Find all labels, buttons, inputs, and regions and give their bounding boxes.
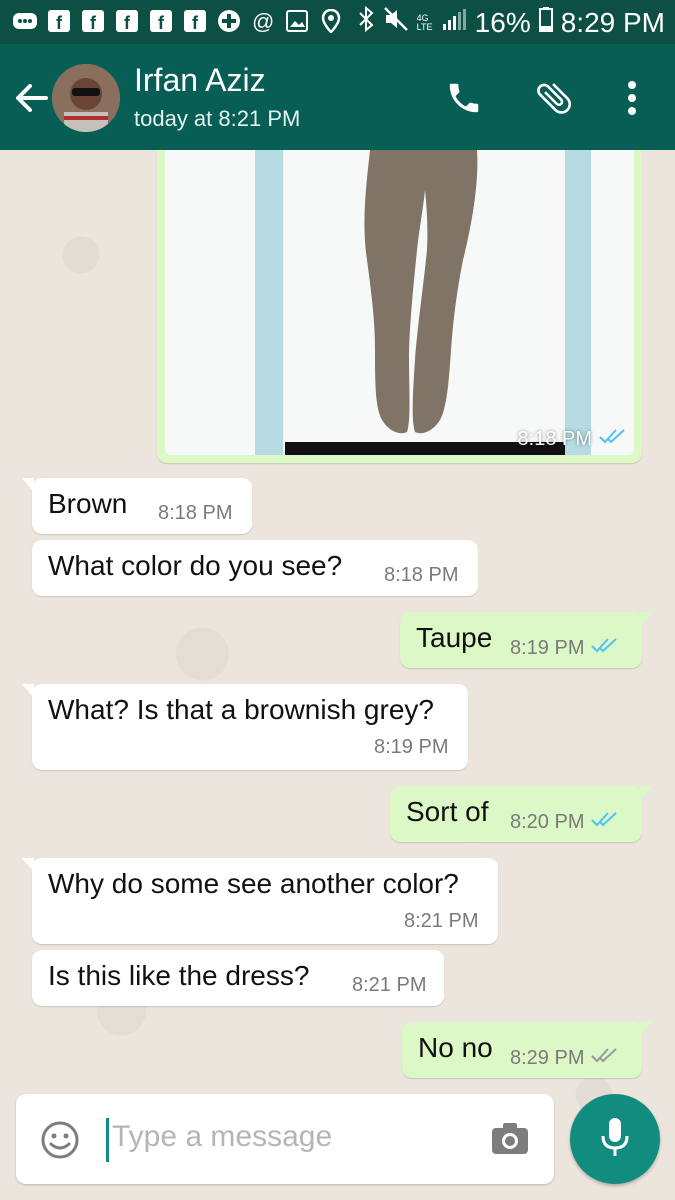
location-pin-icon	[318, 8, 344, 34]
paperclip-icon	[533, 77, 575, 124]
messages-icon	[12, 8, 38, 34]
facebook-icon: f	[148, 8, 174, 34]
incoming-message[interactable]: Is this like the dress? 8:21 PM	[32, 950, 444, 1006]
call-button[interactable]	[442, 78, 486, 122]
bluetooth-icon	[357, 5, 375, 39]
battery-icon	[538, 6, 553, 39]
chat-header: Irfan Aziz today at 8:21 PM	[0, 44, 675, 150]
facebook-icon: f	[114, 8, 140, 34]
double-check-icon	[590, 810, 620, 834]
message-text: Sort of	[406, 796, 489, 827]
message-text: Brown	[48, 488, 128, 519]
facebook-icon: f	[46, 8, 72, 34]
svg-text:f: f	[56, 13, 63, 32]
outgoing-message[interactable]: Taupe 8:19 PM	[400, 612, 652, 668]
message-image[interactable]	[165, 150, 634, 455]
more-vert-icon	[626, 80, 638, 121]
legs-image	[285, 150, 565, 455]
message-time: 8:29 PM	[510, 1046, 620, 1070]
svg-text:f: f	[124, 13, 131, 32]
battery-percent: 16%	[474, 6, 531, 38]
svg-text:f: f	[158, 13, 165, 32]
gallery-icon	[284, 8, 310, 34]
mic-icon	[600, 1116, 630, 1163]
svg-text:f: f	[192, 13, 199, 32]
message-time: 8:19 PM	[374, 736, 449, 758]
message-text: What color do you see?	[48, 550, 343, 581]
incoming-message[interactable]: Brown 8:18 PM	[22, 478, 252, 534]
message-input[interactable]: Type a message	[112, 1120, 332, 1154]
image-message[interactable]: 8:18 PM	[157, 150, 642, 463]
text-cursor	[106, 1118, 109, 1162]
double-check-icon	[590, 636, 620, 660]
status-right: 4G LTE 16% 8:29 PM	[357, 5, 665, 39]
status-bar: f f f f f @ 4G LTE 16% 8:29 PM	[0, 0, 675, 44]
back-arrow-icon[interactable]	[12, 78, 52, 118]
svg-text:@: @	[252, 9, 274, 33]
contact-name[interactable]: Irfan Aziz	[134, 62, 266, 99]
message-time: 8:19 PM	[510, 636, 620, 660]
message-text: What? Is that a brownish grey?	[48, 694, 434, 725]
svg-text:f: f	[90, 13, 97, 32]
emoji-icon[interactable]	[40, 1120, 80, 1160]
facebook-icon: f	[80, 8, 106, 34]
outgoing-message[interactable]: No no 8:29 PM	[402, 1022, 652, 1078]
message-text: Taupe	[416, 622, 493, 653]
message-text: Is this like the dress?	[48, 960, 310, 991]
message-time: 8:21 PM	[404, 910, 479, 932]
phone-icon	[445, 79, 483, 122]
incoming-message[interactable]: What? Is that a brownish grey? 8:19 PM	[22, 684, 468, 770]
attach-button[interactable]	[532, 78, 576, 122]
clock: 8:29 PM	[560, 6, 665, 38]
avatar[interactable]	[52, 64, 120, 132]
mute-icon	[383, 6, 409, 39]
message-time: 8:18 PM	[384, 564, 459, 586]
at-sign-icon: @	[250, 8, 276, 34]
message-composer: Type a message	[16, 1094, 554, 1184]
last-seen: today at 8:21 PM	[134, 106, 301, 131]
facebook-icon: f	[182, 8, 208, 34]
message-time: 8:18 PM	[158, 502, 233, 524]
mic-button[interactable]	[570, 1094, 660, 1184]
outgoing-message[interactable]: Sort of 8:20 PM	[390, 786, 652, 842]
message-time: 8:20 PM	[510, 810, 620, 834]
notification-icons: f f f f f @	[12, 8, 344, 34]
message-text: No no	[418, 1032, 493, 1063]
menu-button[interactable]	[610, 78, 654, 122]
signal-icon	[441, 7, 467, 39]
network-type-label: 4G LTE	[416, 12, 433, 32]
message-text: Why do some see another color?	[48, 868, 459, 899]
incoming-message[interactable]: What color do you see? 8:18 PM	[32, 540, 478, 596]
message-time: 8:18 PM	[518, 427, 628, 451]
camera-icon[interactable]	[490, 1120, 530, 1156]
double-check-icon	[590, 1046, 620, 1070]
chat-area[interactable]: 8:18 PM Brown 8:18 PM What color do you …	[0, 150, 675, 1200]
incoming-message[interactable]: Why do some see another color? 8:21 PM	[22, 858, 498, 944]
message-time: 8:21 PM	[352, 974, 427, 996]
double-check-icon	[598, 427, 628, 451]
health-plus-icon	[216, 8, 242, 34]
